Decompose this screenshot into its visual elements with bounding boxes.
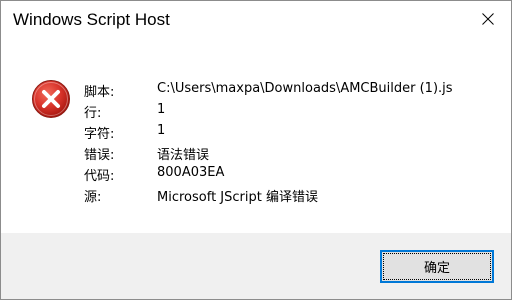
detail-label: 字符: <box>84 127 115 142</box>
error-icon <box>31 79 71 119</box>
message-area: 脚本: C:\Users\maxpa\Downloads\AMCBuilder … <box>1 41 511 233</box>
close-icon <box>482 13 494 25</box>
title-bar[interactable]: Windows Script Host <box>1 1 511 41</box>
detail-value: Microsoft JScript 编译错误 <box>157 190 318 205</box>
ok-button-label: 确定 <box>423 261 450 276</box>
detail-label: 代码: <box>84 169 115 184</box>
detail-label: 源: <box>84 190 102 205</box>
detail-label: 错误: <box>84 148 115 163</box>
ok-button[interactable]: 确定 <box>380 250 494 283</box>
detail-label: 脚本: <box>84 85 115 100</box>
close-button[interactable] <box>465 1 511 37</box>
button-bar: 确定 <box>1 233 511 299</box>
window-title: Windows Script Host <box>13 10 170 29</box>
detail-value: 800A03EA <box>157 165 225 180</box>
detail-value: C:\Users\maxpa\Downloads\AMCBuilder (1).… <box>157 81 453 96</box>
detail-value: 1 <box>157 123 166 138</box>
script-host-dialog: Windows Script Host 脚本: C:\Users\maxpa\D… <box>0 0 512 300</box>
detail-value: 语法错误 <box>157 148 210 163</box>
detail-label: 行: <box>84 106 102 121</box>
detail-value: 1 <box>157 102 166 117</box>
